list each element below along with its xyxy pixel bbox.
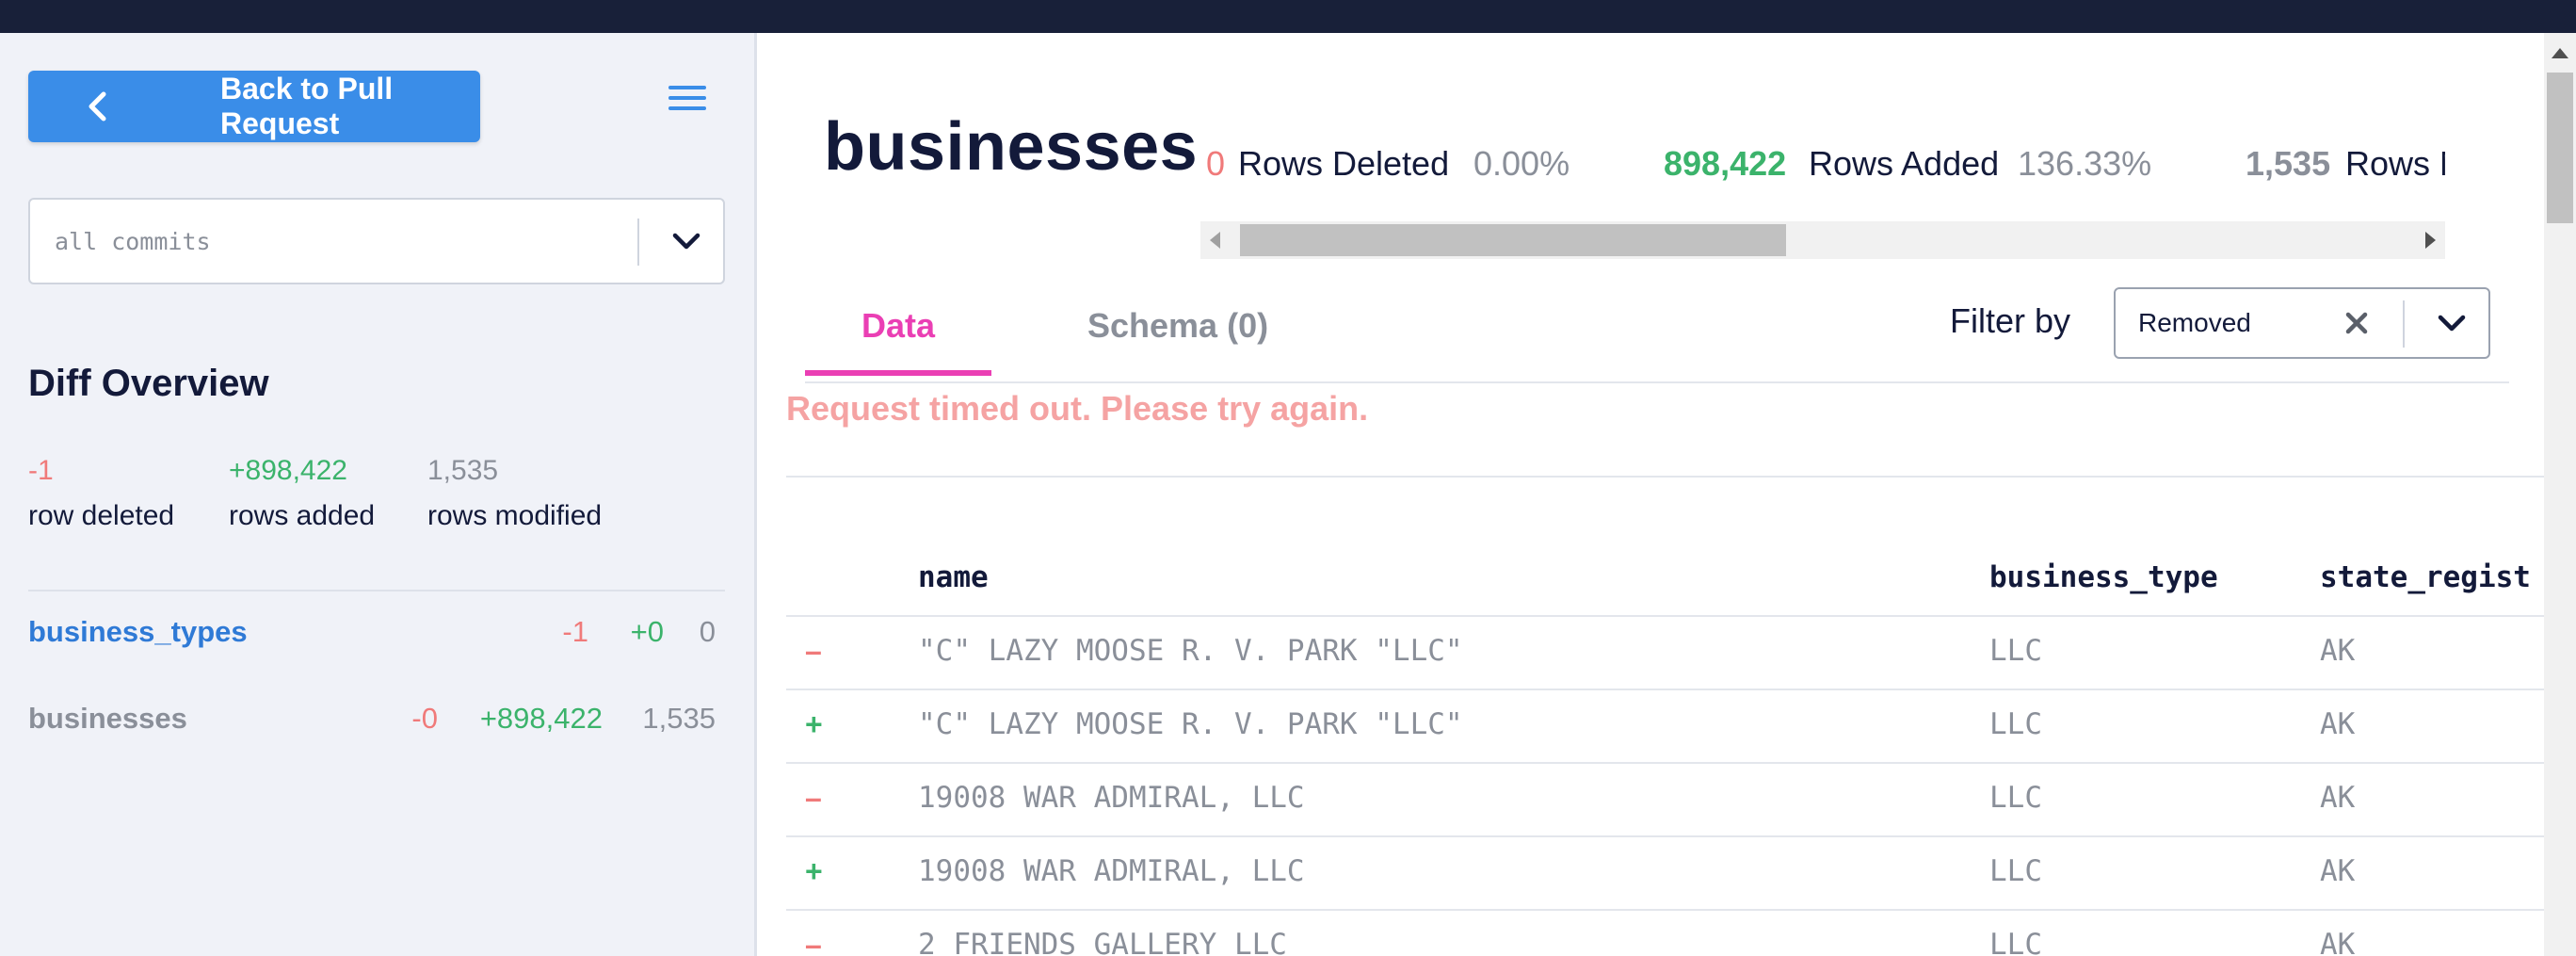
stat-rows-deleted: -1 row deleted [28,455,174,532]
hamburger-menu-icon[interactable] [668,86,706,116]
tab-schema[interactable]: Schema (0) [1087,306,1268,346]
cell-name: 19008 WAR ADMIRAL, LLC [918,781,1305,815]
column-header-state-registration[interactable]: state_regist [2320,560,2531,594]
cell-state: AK [2320,634,2356,668]
tabs-divider [805,381,2509,383]
scrollbar-thumb[interactable] [2547,73,2573,223]
filter-label: Filter by [1950,301,2071,340]
cell-name: 19008 WAR ADMIRAL, LLC [918,854,1305,888]
row-added-marker: + [805,707,823,741]
summary-deleted-label: Rows Deleted [1238,144,1450,183]
table-row[interactable]: – 19008 WAR ADMIRAL, LLC LLC AK [786,762,2547,835]
top-bar [0,0,2576,33]
table-added-count: +898,422 [479,702,603,735]
table-added-count: +0 [630,615,664,648]
cell-state: AK [2320,928,2356,956]
tab-data[interactable]: Data [861,306,935,346]
page-vertical-scrollbar[interactable] [2544,33,2576,956]
column-header-business-type[interactable]: business_type [1989,560,2218,594]
summary-modified-label: Rows Mo [2345,144,2445,183]
row-removed-marker: – [805,928,822,956]
cell-name: 2 FRIENDS GALLERY LLC [918,928,1287,956]
scroll-left-arrow-icon[interactable] [1210,232,1220,249]
stat-label: rows modified [427,500,603,531]
stat-number: -1 [28,455,54,486]
scroll-right-arrow-icon[interactable] [2425,232,2436,249]
cell-business-type: LLC [1989,781,2042,815]
cell-state: AK [2320,707,2356,741]
cell-business-type: LLC [1989,634,2042,668]
diff-summary: 0 Rows Deleted 0.00% 898,422 Rows Added … [1200,144,2445,201]
stat-label: rows added [229,500,376,531]
filter-select-value: Removed [2138,308,2251,337]
summary-added-num: 898,422 [1664,144,1787,183]
stat-rows-added: +898,422 rows added [229,455,375,532]
diff-overview-title: Diff Overview [28,363,269,404]
page-title: businesses [824,109,1199,185]
table-row[interactable]: + 19008 WAR ADMIRAL, LLC LLC AK [786,835,2547,909]
cell-business-type: LLC [1989,928,2042,956]
select-separator [637,219,639,266]
row-added-marker: + [805,854,823,888]
table-deleted-count: -1 [562,615,588,648]
summary-deleted-num: 0 [1206,144,1226,183]
cell-state: AK [2320,781,2356,815]
clear-filter-icon[interactable] [2340,306,2374,340]
chevron-left-icon [85,71,113,142]
cell-business-type: LLC [1989,854,2042,888]
row-removed-marker: – [805,781,822,815]
column-header-name[interactable]: name [918,560,989,594]
sidebar-divider [28,590,725,591]
active-tab-indicator [805,370,991,376]
row-removed-marker: – [805,634,822,668]
summary-added-label: Rows Added [1809,144,2000,183]
back-to-pull-request-button[interactable]: Back to Pull Request [28,71,480,142]
cell-name: "C" LAZY MOOSE R. V. PARK "LLC" [918,634,1463,668]
filter-select[interactable]: Removed [2114,287,2490,359]
cell-name: "C" LAZY MOOSE R. V. PARK "LLC" [918,707,1463,741]
main-panel: businesses 0 Rows Deleted 0.00% 898,422 … [760,33,2547,956]
table-row[interactable]: – 2 FRIENDS GALLERY LLC LLC AK [786,909,2547,956]
commit-select-value: all commits [55,227,211,255]
table-name[interactable]: business_types [28,615,248,649]
table-row[interactable]: – "C" LAZY MOOSE R. V. PARK "LLC" LLC AK [786,615,2547,689]
summary-deleted-pct: 0.00% [1473,144,1570,183]
cell-state: AK [2320,854,2356,888]
select-separator [2403,300,2405,348]
table-row[interactable]: + "C" LAZY MOOSE R. V. PARK "LLC" LLC AK [786,689,2547,762]
sidebar-table-businesses[interactable]: businesses -0 +898,422 1,535 [28,702,716,739]
stat-number: +898,422 [229,455,347,486]
sidebar-table-business-types[interactable]: business_types -1 +0 0 [28,615,716,653]
error-divider [786,476,2547,478]
stat-rows-modified: 1,535 rows modified [427,455,602,532]
table-modified-count: 1,535 [642,702,716,735]
stat-label: row deleted [28,500,175,531]
summary-modified-num: 1,535 [2246,144,2331,183]
chevron-down-icon[interactable] [2431,302,2472,344]
commit-select[interactable]: all commits [28,198,725,284]
scroll-up-arrow-icon[interactable] [2552,48,2568,58]
chevron-down-icon[interactable] [666,220,707,262]
cell-business-type: LLC [1989,707,2042,741]
sidebar: Back to Pull Request all commits Diff Ov… [0,33,757,956]
stat-number: 1,535 [427,455,499,486]
summary-added-pct: 136.33% [2018,144,2152,183]
table-modified-count: 0 [699,615,716,648]
back-button-label: Back to Pull Request [220,72,394,140]
summary-horizontal-scrollbar[interactable] [1200,221,2445,259]
table-deleted-count: -0 [411,702,438,735]
scrollbar-thumb[interactable] [1240,224,1786,256]
table-name[interactable]: businesses [28,702,187,736]
error-message: Request timed out. Please try again. [786,389,1369,428]
